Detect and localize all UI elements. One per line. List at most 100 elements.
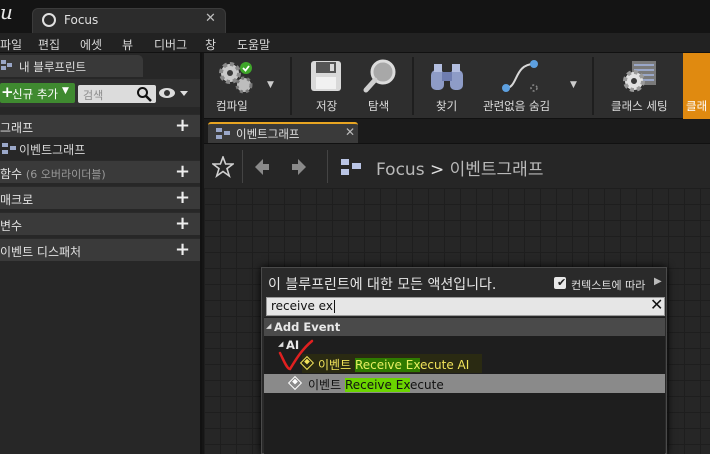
- graph-icon: [341, 159, 361, 175]
- menu-file[interactable]: 파일: [0, 36, 22, 53]
- menu-debug[interactable]: 디버그: [154, 36, 187, 53]
- section-variables[interactable]: 변수 +: [0, 212, 200, 235]
- event-graph-item[interactable]: 이벤트그래프: [0, 137, 200, 159]
- action-search-value: receive ex: [271, 299, 335, 313]
- blueprint-toolbar: 컴파일 ▼ 저장 탐색 찾기 관련없음 숨김 ▼ 클래스 세팅 클래: [204, 53, 710, 119]
- clear-search-icon[interactable]: ✕: [650, 295, 663, 314]
- add-graph-icon[interactable]: +: [175, 115, 190, 136]
- browse-magnifier-icon: [363, 59, 396, 93]
- eye-icon[interactable]: [158, 85, 190, 101]
- action-list: ◢ Add Event ◢ AI 이벤트 Receive Execute AI …: [264, 317, 665, 454]
- class-defaults-button[interactable]: 클래: [683, 53, 710, 119]
- save-label: 저장: [316, 99, 338, 113]
- class-settings-button[interactable]: 클래스 세팅: [604, 53, 680, 119]
- add-event-dispatcher-icon[interactable]: +: [175, 239, 190, 260]
- back-arrow-icon[interactable]: [249, 156, 271, 178]
- tab-event-graph[interactable]: 이벤트그래프 ✕: [208, 122, 358, 143]
- red-checkmark-annotation: [278, 339, 314, 371]
- section-event-dispatchers[interactable]: 이벤트 디스패처 +: [0, 238, 200, 261]
- hide-unrelated-nodes-icon: [502, 60, 538, 92]
- favorite-star-icon[interactable]: [212, 156, 234, 178]
- unreal-logo-icon[interactable]: u: [0, 0, 13, 24]
- subcategory-ai[interactable]: ◢ AI: [264, 337, 665, 354]
- add-variable-icon[interactable]: +: [175, 213, 190, 234]
- toolbar-divider: [592, 57, 594, 115]
- menu-edit[interactable]: 편집: [38, 36, 60, 53]
- graph-icon: [216, 128, 230, 139]
- close-tab-icon[interactable]: ✕: [345, 125, 355, 139]
- result-label: 이벤트 Receive Execute: [308, 378, 444, 392]
- my-blueprint-toolbar: + 신규 추가 ▼ 검색: [0, 79, 200, 107]
- save-button[interactable]: 저장: [302, 53, 352, 119]
- find-label: 찾기: [436, 99, 458, 113]
- menu-asset[interactable]: 에셋: [80, 36, 102, 53]
- category-add-event-label: Add Event: [274, 320, 341, 334]
- title-bar: u Focus ✕: [0, 0, 710, 33]
- search-placeholder: 검색: [83, 89, 104, 102]
- list-item[interactable]: 이벤트 Receive Execute AI: [264, 354, 665, 373]
- save-disk-icon: [311, 61, 341, 91]
- breadcrumb-separator: >: [429, 160, 445, 180]
- find-binoculars-icon: [431, 64, 463, 90]
- action-menu-title: 이 블루프린트에 대한 모든 액션입니다.: [268, 277, 497, 293]
- document-tab-title: Focus: [64, 13, 99, 27]
- section-macros-label: 매크로: [0, 193, 34, 207]
- section-functions-label: 함수 (6 오버라이더블): [0, 167, 106, 181]
- hide-unrelated-button[interactable]: 관련없음 숨김: [480, 53, 560, 119]
- compile-options-chevron-icon[interactable]: ▼: [267, 80, 274, 90]
- forward-arrow-icon[interactable]: [290, 156, 312, 178]
- browse-label: 탐색: [368, 99, 390, 113]
- expand-triangle-icon: ◢: [266, 322, 272, 330]
- list-item[interactable]: 이벤트 Receive Execute: [264, 374, 665, 393]
- section-graphs[interactable]: 그래프 +: [0, 114, 200, 137]
- chevron-right-icon: ▶: [654, 276, 662, 287]
- class-defaults-label: 클래: [686, 99, 708, 113]
- blueprint-asset-icon: [42, 13, 56, 27]
- section-variables-label: 변수: [0, 219, 23, 233]
- context-sensitive-checkbox[interactable]: ✔: [554, 276, 567, 289]
- toolbar-divider: [412, 57, 414, 115]
- add-new-button[interactable]: + 신규 추가 ▼: [0, 83, 75, 103]
- find-button[interactable]: 찾기: [422, 53, 468, 119]
- document-tab[interactable]: Focus ✕: [32, 8, 226, 33]
- my-blueprint-tab[interactable]: 내 블루프린트: [0, 55, 143, 77]
- menu-view[interactable]: 뷰: [122, 36, 133, 53]
- breadcrumb-divider: [242, 150, 243, 183]
- context-sensitive-toggle[interactable]: ✔ 컨텍스트에 따라 ▶: [552, 275, 668, 293]
- category-add-event[interactable]: ◢ Add Event: [264, 318, 665, 336]
- close-tab-icon[interactable]: ✕: [205, 11, 216, 26]
- compile-label: 컴파일: [216, 99, 248, 113]
- event-graph-label: 이벤트그래프: [19, 143, 86, 157]
- section-graphs-label: 그래프: [0, 121, 34, 135]
- breadcrumb-graph[interactable]: 이벤트그래프: [450, 160, 544, 180]
- browse-button[interactable]: 탐색: [354, 53, 406, 119]
- graph-icon: [2, 143, 16, 154]
- class-settings-gear-icon: [623, 61, 656, 92]
- add-new-label: 신규 추가: [12, 87, 58, 101]
- menu-bar: 파일 편집 에셋 뷰 디버그 창 도움말: [0, 33, 710, 53]
- toolbar-divider: [290, 57, 292, 115]
- menu-window[interactable]: 창: [205, 36, 216, 53]
- breadcrumb-root[interactable]: Focus: [376, 160, 425, 180]
- compile-button[interactable]: 컴파일: [208, 53, 268, 119]
- hide-unrelated-options-chevron-icon[interactable]: ▼: [570, 80, 577, 90]
- menu-help[interactable]: 도움말: [237, 36, 270, 53]
- section-functions[interactable]: 함수 (6 오버라이더블) +: [0, 160, 200, 183]
- search-input[interactable]: 검색: [78, 85, 156, 103]
- graph-breadcrumb: Focus > 이벤트그래프: [204, 143, 710, 188]
- my-blueprint-tab-label: 내 블루프린트: [19, 60, 87, 74]
- breadcrumb-path: Focus > 이벤트그래프: [376, 155, 543, 180]
- section-event-dispatchers-label: 이벤트 디스패처: [0, 245, 82, 259]
- action-search-input[interactable]: receive ex ✕: [266, 295, 665, 316]
- section-macros[interactable]: 매크로 +: [0, 186, 200, 209]
- add-macro-icon[interactable]: +: [175, 187, 190, 208]
- chevron-down-icon: ▼: [62, 86, 69, 96]
- add-function-icon[interactable]: +: [175, 161, 190, 182]
- class-settings-label: 클래스 세팅: [611, 99, 668, 113]
- tab-event-graph-label: 이벤트그래프: [236, 127, 300, 141]
- compile-gears-icon: [219, 62, 253, 94]
- action-menu-popup: 이 블루프린트에 대한 모든 액션입니다. ✔ 컨텍스트에 따라 ▶ recei…: [261, 267, 667, 454]
- blueprint-icon: [1, 60, 12, 70]
- context-sensitive-label: 컨텍스트에 따라: [571, 279, 646, 292]
- checkmark-icon: ✔: [557, 276, 567, 289]
